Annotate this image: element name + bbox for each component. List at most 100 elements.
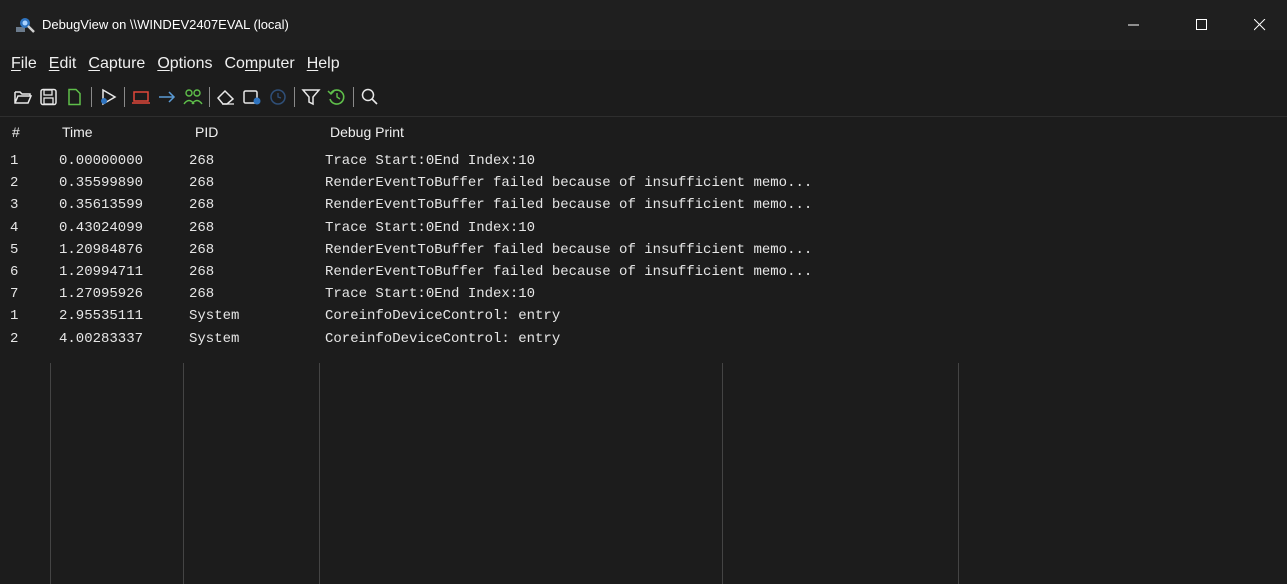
row-number: 5 xyxy=(10,241,19,258)
window-title: DebugView on \\WINDEV2407EVAL (local) xyxy=(42,17,289,32)
table-row[interactable]: 6 1.20994711 268 RenderEventToBuffer failed… xyxy=(0,261,1287,283)
capture-kernel-button[interactable] xyxy=(128,83,154,111)
capture-button[interactable] xyxy=(95,83,121,111)
log-rows: 1 0.00000000 268 Trace Start:0End Index:10 2… xyxy=(0,150,1287,350)
maximize-icon xyxy=(1196,19,1207,30)
row-number: 1 xyxy=(10,153,19,169)
row-time: 2.95535111 xyxy=(59,308,144,325)
menu-options[interactable]: Options xyxy=(150,55,217,73)
close-icon xyxy=(1254,19,1266,31)
capture-icon xyxy=(101,88,117,106)
column-header-number[interactable]: # xyxy=(12,124,20,140)
row-number: 2 xyxy=(10,175,19,192)
toolbar-separator xyxy=(209,87,210,107)
row-number: 2 xyxy=(10,330,19,347)
table-row[interactable]: 7 1.27095926 268 Trace Start:0End Index:10 xyxy=(0,283,1287,305)
toolbar-separator xyxy=(91,87,92,107)
row-number: 3 xyxy=(10,197,19,214)
column-header-time[interactable]: Time xyxy=(62,124,93,140)
table-row[interactable]: 2 0.35599890 268 RenderEventToBuffer failed… xyxy=(0,172,1287,194)
history-button[interactable] xyxy=(324,83,350,111)
new-button[interactable] xyxy=(62,83,88,111)
row-debug-print: RenderEventToBuffer failed because of in… xyxy=(325,241,813,258)
clear-icon xyxy=(216,89,235,105)
column-divider xyxy=(958,363,959,584)
row-pid: 268 xyxy=(189,263,215,280)
find-button[interactable] xyxy=(357,83,383,111)
row-pid: System xyxy=(189,330,240,347)
filter-button[interactable] xyxy=(298,83,324,111)
row-number: 7 xyxy=(10,286,19,303)
row-time: 4.00283337 xyxy=(59,330,144,347)
menu-bar: File Edit Capture Options Computer Help xyxy=(0,50,1287,78)
row-pid: System xyxy=(189,308,240,325)
row-debug-print: CoreinfoDeviceControl: entry xyxy=(325,330,561,347)
pass-through-button[interactable] xyxy=(154,83,180,111)
menu-capture[interactable]: Capture xyxy=(81,55,150,73)
capture-global-button[interactable] xyxy=(180,83,206,111)
toolbar-separator xyxy=(353,87,354,107)
menu-file[interactable]: File xyxy=(0,55,42,73)
toolbar xyxy=(0,80,1287,114)
row-debug-print: Trace Start:0End Index:10 xyxy=(325,219,536,236)
filter-icon xyxy=(301,89,321,106)
save-icon xyxy=(40,88,57,106)
column-divider xyxy=(722,363,723,584)
open-button[interactable] xyxy=(10,83,36,111)
row-debug-print: Trace Start:0End Index:10 xyxy=(325,153,536,169)
row-time: 1.20984876 xyxy=(59,241,144,258)
row-debug-print: Trace Start:0End Index:10 xyxy=(325,286,536,303)
row-number: 6 xyxy=(10,263,19,280)
clear-button[interactable] xyxy=(213,83,239,111)
table-row[interactable]: 5 1.20984876 268 RenderEventToBuffer failed… xyxy=(0,239,1287,261)
open-folder-icon xyxy=(14,91,33,104)
row-time: 0.43024099 xyxy=(59,219,144,236)
row-time: 0.35613599 xyxy=(59,197,144,214)
autoscroll-icon xyxy=(243,90,261,105)
row-pid: 268 xyxy=(189,175,215,192)
maximize-button[interactable] xyxy=(1179,0,1225,50)
close-button[interactable] xyxy=(1237,0,1283,50)
clock-icon xyxy=(270,89,286,105)
column-divider xyxy=(319,363,320,584)
menu-computer[interactable]: Computer xyxy=(217,55,299,73)
row-debug-print: CoreinfoDeviceControl: entry xyxy=(325,308,561,325)
save-button[interactable] xyxy=(36,83,62,111)
row-time: 1.20994711 xyxy=(59,263,144,280)
table-row[interactable]: 4 0.43024099 268 Trace Start:0End Index:10 xyxy=(0,217,1287,239)
row-number: 1 xyxy=(10,308,19,325)
row-pid: 268 xyxy=(189,286,215,303)
row-time: 0.35599890 xyxy=(59,175,144,192)
column-header-pid[interactable]: PID xyxy=(195,124,218,140)
capture-global-icon xyxy=(183,89,203,105)
clock-button[interactable] xyxy=(265,83,291,111)
log-table[interactable]: # Time PID Debug Print 1 0.00000000 268 Tra… xyxy=(0,116,1287,584)
row-time: 0.00000000 xyxy=(59,153,144,169)
column-header-debug-print[interactable]: Debug Print xyxy=(330,124,404,140)
pass-through-icon xyxy=(159,91,176,103)
find-icon xyxy=(361,88,378,105)
row-debug-print: RenderEventToBuffer failed because of in… xyxy=(325,197,813,214)
row-pid: 268 xyxy=(189,197,215,214)
row-debug-print: RenderEventToBuffer failed because of in… xyxy=(325,175,813,192)
menu-edit[interactable]: Edit xyxy=(42,55,82,73)
autoscroll-button[interactable] xyxy=(239,83,265,111)
debugview-app-icon xyxy=(16,18,35,33)
history-icon xyxy=(327,89,345,105)
table-row[interactable]: 1 2.95535111 System CoreinfoDeviceControl: … xyxy=(0,305,1287,327)
table-row[interactable]: 3 0.35613599 268 RenderEventToBuffer failed… xyxy=(0,194,1287,216)
table-header: # Time PID Debug Print xyxy=(0,117,1287,147)
table-row[interactable]: 2 4.00283337 System CoreinfoDeviceControl: … xyxy=(0,328,1287,350)
row-time: 1.27095926 xyxy=(59,286,144,303)
menu-help[interactable]: Help xyxy=(300,55,345,73)
toolbar-separator xyxy=(294,87,295,107)
row-pid: 268 xyxy=(189,219,215,236)
minimize-button[interactable] xyxy=(1111,0,1157,50)
row-debug-print: RenderEventToBuffer failed because of in… xyxy=(325,263,813,280)
table-row[interactable]: 1 0.00000000 268 Trace Start:0End Index:10 xyxy=(0,150,1287,172)
row-pid: 268 xyxy=(189,153,215,169)
title-bar[interactable]: DebugView on \\WINDEV2407EVAL (local) xyxy=(0,0,1287,50)
new-file-icon xyxy=(68,88,81,106)
row-number: 4 xyxy=(10,219,19,236)
capture-kernel-icon xyxy=(132,91,150,104)
